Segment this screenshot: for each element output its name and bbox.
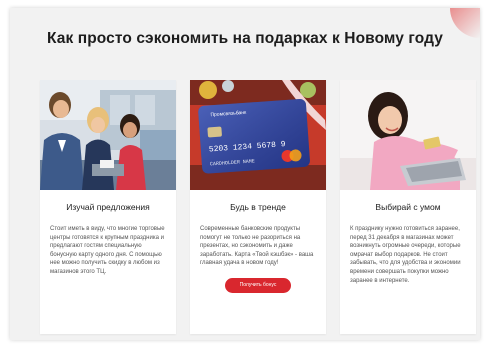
get-bonus-button[interactable]: Получить бонус [225, 277, 291, 293]
online-shopping-photo [340, 80, 476, 190]
card-description: К празднику нужно готовиться заранее, пе… [350, 226, 461, 284]
shopping-mall-photo [40, 80, 176, 190]
page-title: Как просто сэкономить на подарках к Ново… [47, 30, 443, 47]
card-title: Выбирай с умом [375, 202, 441, 212]
bank-card-photo: Промсвязьбанк 5203 1234 5678 9 CARDHOLDE… [190, 80, 326, 190]
card-title: Изучай предложения [66, 202, 150, 212]
card-title: Будь в тренде [230, 202, 286, 212]
card-description: Стоит иметь в виду, что многие торговые … [50, 226, 165, 275]
card-description: Современные банковские продукты помогут … [200, 226, 314, 267]
card-study-offers: Изучай предложения Стоит иметь в виду, ч… [40, 80, 176, 334]
card-choose-wisely: Выбирай с умом К празднику нужно готовит… [340, 80, 476, 334]
card-be-in-trend: Промсвязьбанк 5203 1234 5678 9 CARDHOLDE… [190, 80, 326, 334]
promo-section: Как просто сэкономить на подарках к Ново… [10, 8, 480, 340]
